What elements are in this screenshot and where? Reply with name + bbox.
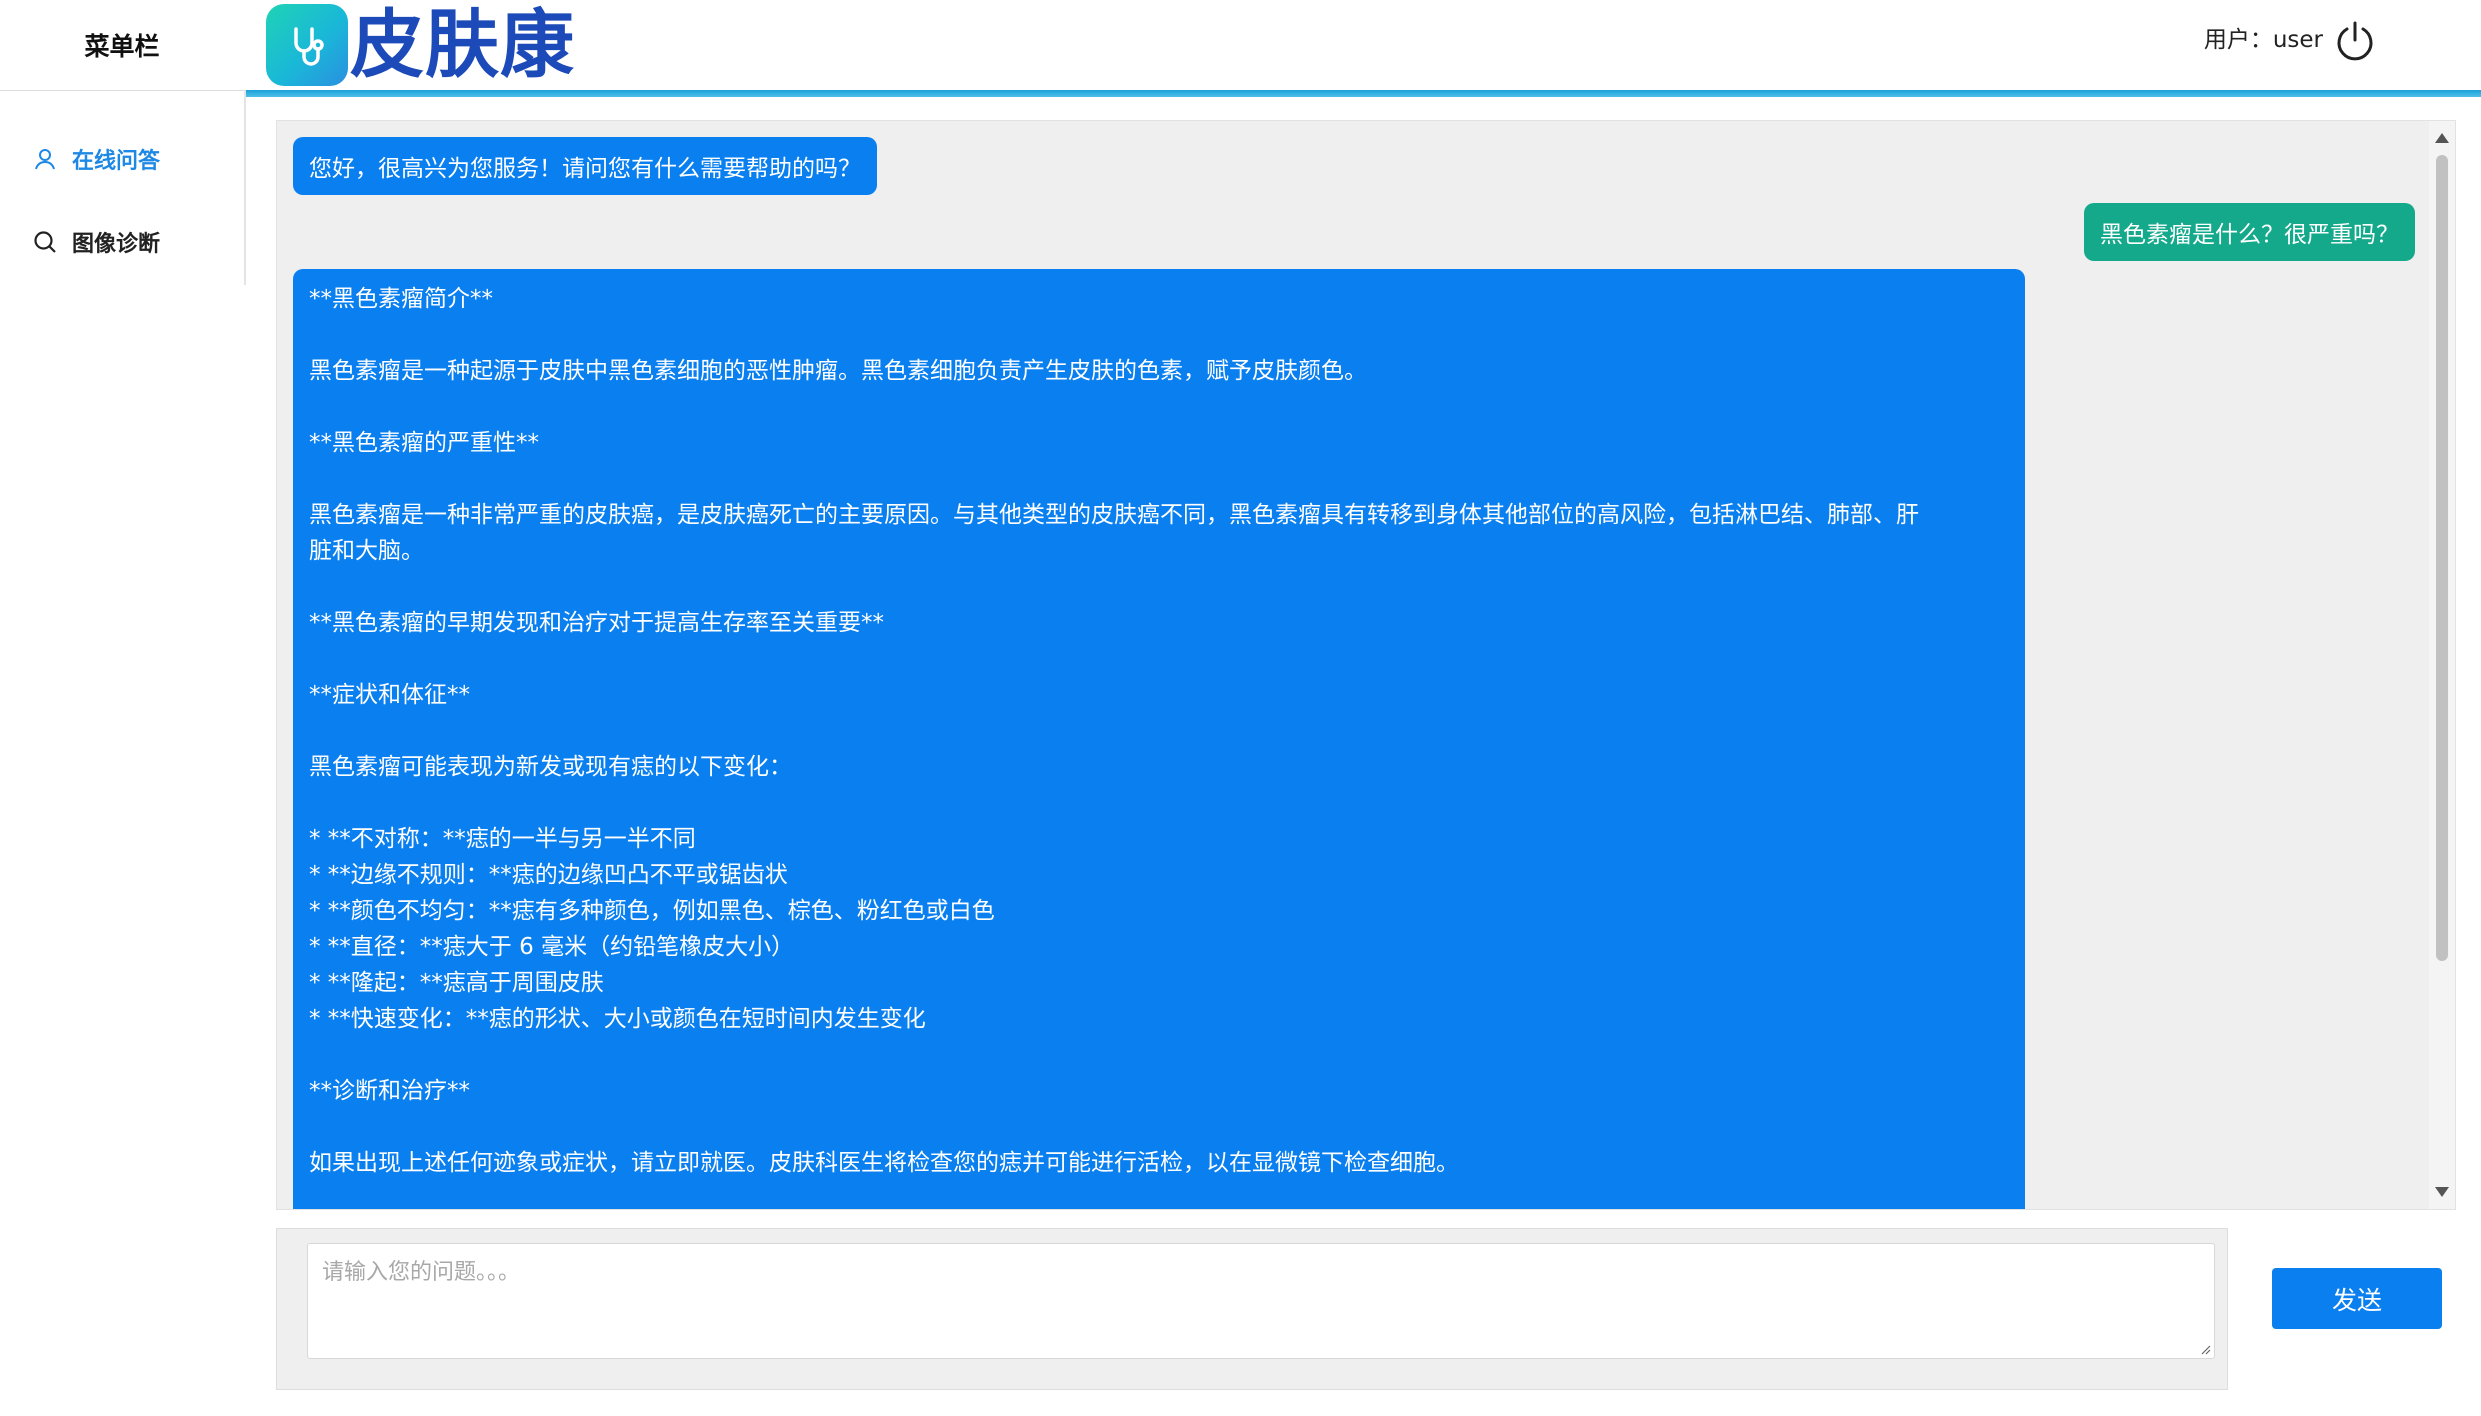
answer-line: **症状和体征** (309, 682, 470, 708)
answer-line: * **颜色不均匀：**痣有多种颜色，例如黑色、棕色、粉红色或白色 (309, 898, 995, 924)
answer-line: **诊断和治疗** (309, 1078, 470, 1104)
send-button[interactable]: 发送 (2272, 1268, 2442, 1329)
search-icon (32, 229, 58, 255)
answer-line: **黑色素瘤的严重性** (309, 430, 539, 456)
answer-line: **黑色素瘤简介** (309, 286, 493, 312)
sidebar-item-label: 图像诊断 (72, 232, 161, 257)
answer-line (309, 1109, 2009, 1145)
app-logo-text: 皮肤康 (350, 3, 575, 86)
answer-line: 脏和大脑。 (309, 538, 424, 564)
sidebar-divider (244, 90, 246, 285)
sidebar-item-image-diagnosis[interactable]: 图像诊断 (32, 226, 160, 258)
answer-line (309, 1037, 2009, 1073)
user-icon (32, 146, 58, 172)
sidebar-item-label: 在线问答 (72, 149, 161, 174)
scrollbar-thumb[interactable] (2436, 155, 2448, 961)
answer-line (309, 461, 2009, 497)
chat-panel[interactable]: 您好，很高兴为您服务！请问您有什么需要帮助的吗？ 黑色素瘤是什么？很严重吗？ *… (276, 120, 2456, 1210)
answer-line: * **直径：**痣大于 6 毫米（约铅笔橡皮大小） (309, 934, 795, 960)
answer-line: **黑色素瘤的早期发现和治疗对于提高生存率至关重要** (309, 610, 884, 636)
scroll-down-arrow-icon[interactable] (2435, 1187, 2449, 1197)
question-input[interactable] (307, 1243, 2215, 1359)
scroll-up-arrow-icon[interactable] (2435, 133, 2449, 143)
stethoscope-icon (266, 4, 348, 86)
header-divider (246, 90, 2481, 97)
answer-line: 黑色素瘤可能表现为新发或现有痣的以下变化： (309, 754, 792, 780)
answer-line: * **快速变化：**痣的形状、大小或颜色在短时间内发生变化 (309, 1006, 926, 1032)
user-message: 黑色素瘤是什么？很严重吗？ (2084, 203, 2415, 261)
answer-line (309, 713, 2009, 749)
answer-line (309, 317, 2009, 353)
answer-line (309, 569, 2009, 605)
answer-line: * **不对称：**痣的一半与另一半不同 (309, 826, 696, 852)
user-label: 用户：user (2203, 27, 2323, 53)
bot-message-answer: **黑色素瘤简介** 黑色素瘤是一种起源于皮肤中黑色素细胞的恶性肿瘤。黑色素细胞负… (293, 269, 2025, 1209)
answer-line: * **边缘不规则：**痣的边缘凹凸不平或锯齿状 (309, 862, 788, 888)
chat-scrollbar[interactable] (2429, 121, 2455, 1209)
answer-line: 黑色素瘤是一种起源于皮肤中黑色素细胞的恶性肿瘤。黑色素细胞负责产生皮肤的色素，赋… (309, 358, 1367, 384)
resize-handle-icon[interactable] (2199, 1343, 2211, 1355)
input-panel (276, 1228, 2228, 1390)
answer-line: 黑色素瘤是一种非常严重的皮肤癌，是皮肤癌死亡的主要原因。与其他类型的皮肤癌不同，… (309, 502, 1919, 528)
answer-line (309, 641, 2009, 677)
sidebar: 菜单栏 在线问答 图像诊断 (0, 0, 244, 1416)
answer-line (309, 389, 2009, 425)
answer-line (309, 785, 2009, 821)
sidebar-title: 菜单栏 (0, 0, 244, 91)
answer-line: 如果出现上述任何迹象或症状，请立即就医。皮肤科医生将检查您的痣并可能进行活检，以… (309, 1150, 1459, 1176)
answer-line: * **隆起：**痣高于周围皮肤 (309, 970, 604, 996)
top-header: 皮肤康 用户：user (246, 0, 2481, 90)
bot-message-greeting: 您好，很高兴为您服务！请问您有什么需要帮助的吗？ (293, 137, 877, 195)
sidebar-item-online-qa[interactable]: 在线问答 (32, 143, 160, 175)
power-icon[interactable] (2334, 20, 2376, 62)
